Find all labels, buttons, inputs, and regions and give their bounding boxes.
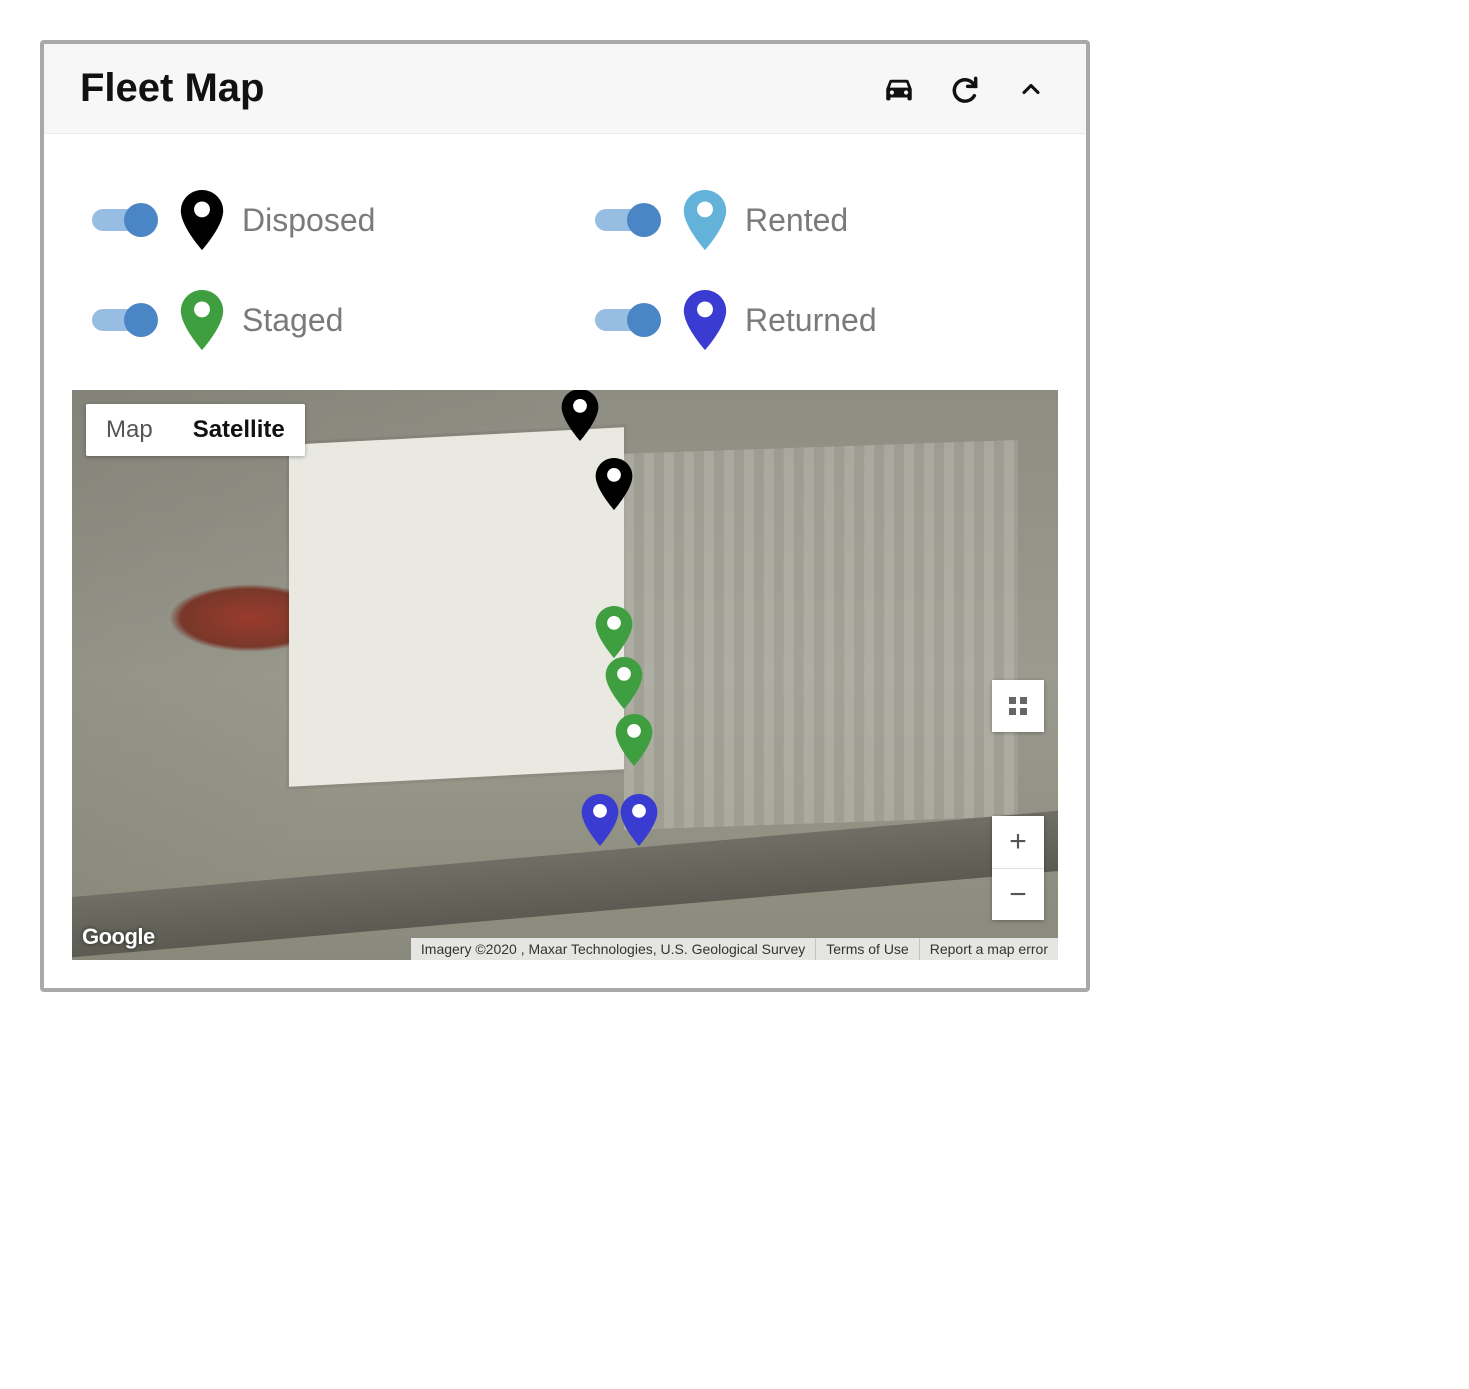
pin-icon-staged — [180, 290, 224, 350]
report-error-link[interactable]: Report a map error — [919, 938, 1058, 960]
legend-label: Rented — [745, 202, 848, 239]
legend: Disposed Rented Staged Returned — [44, 134, 1086, 390]
map-type-map-button[interactable]: Map — [86, 404, 173, 456]
map-pin-staged[interactable] — [605, 657, 643, 709]
legend-label: Staged — [242, 302, 343, 339]
imagery-text: Imagery ©2020 , Maxar Technologies, U.S.… — [411, 938, 815, 960]
fleet-map-card: Fleet Map Disposed Rented Sta — [40, 40, 1090, 992]
pin-icon-returned — [683, 290, 727, 350]
legend-label: Disposed — [242, 202, 375, 239]
toggle-disposed[interactable] — [92, 203, 162, 237]
car-icon[interactable] — [880, 70, 918, 108]
map-pin-disposed[interactable] — [561, 390, 599, 441]
legend-label: Returned — [745, 302, 877, 339]
toggle-rented[interactable] — [595, 203, 665, 237]
map-pin-staged[interactable] — [595, 606, 633, 658]
map-canvas[interactable]: Map Satellite + − Google Imagery ©2020 ,… — [72, 390, 1058, 960]
legend-item-rented: Rented — [595, 190, 1038, 250]
zoom-out-button[interactable]: − — [992, 868, 1044, 920]
collapse-icon[interactable] — [1012, 70, 1050, 108]
map-pin-staged[interactable] — [615, 714, 653, 766]
map-attribution: Imagery ©2020 , Maxar Technologies, U.S.… — [411, 938, 1058, 960]
toggle-staged[interactable] — [92, 303, 162, 337]
zoom-control: + − — [992, 816, 1044, 920]
fullscreen-button[interactable] — [992, 680, 1044, 732]
map-type-switch: Map Satellite — [86, 404, 305, 456]
refresh-icon[interactable] — [946, 70, 984, 108]
terms-link[interactable]: Terms of Use — [815, 938, 918, 960]
pin-icon-disposed — [180, 190, 224, 250]
zoom-in-button[interactable]: + — [992, 816, 1044, 868]
map-type-satellite-button[interactable]: Satellite — [173, 404, 305, 456]
legend-item-staged: Staged — [92, 290, 535, 350]
map-pin-disposed[interactable] — [595, 458, 633, 510]
map-pin-returned[interactable] — [620, 794, 658, 846]
toggle-returned[interactable] — [595, 303, 665, 337]
header-actions — [880, 70, 1050, 108]
google-logo: Google — [82, 924, 155, 950]
map-pin-returned[interactable] — [581, 794, 619, 846]
card-title: Fleet Map — [80, 66, 264, 111]
legend-item-returned: Returned — [595, 290, 1038, 350]
pin-icon-rented — [683, 190, 727, 250]
legend-item-disposed: Disposed — [92, 190, 535, 250]
card-header: Fleet Map — [44, 44, 1086, 134]
